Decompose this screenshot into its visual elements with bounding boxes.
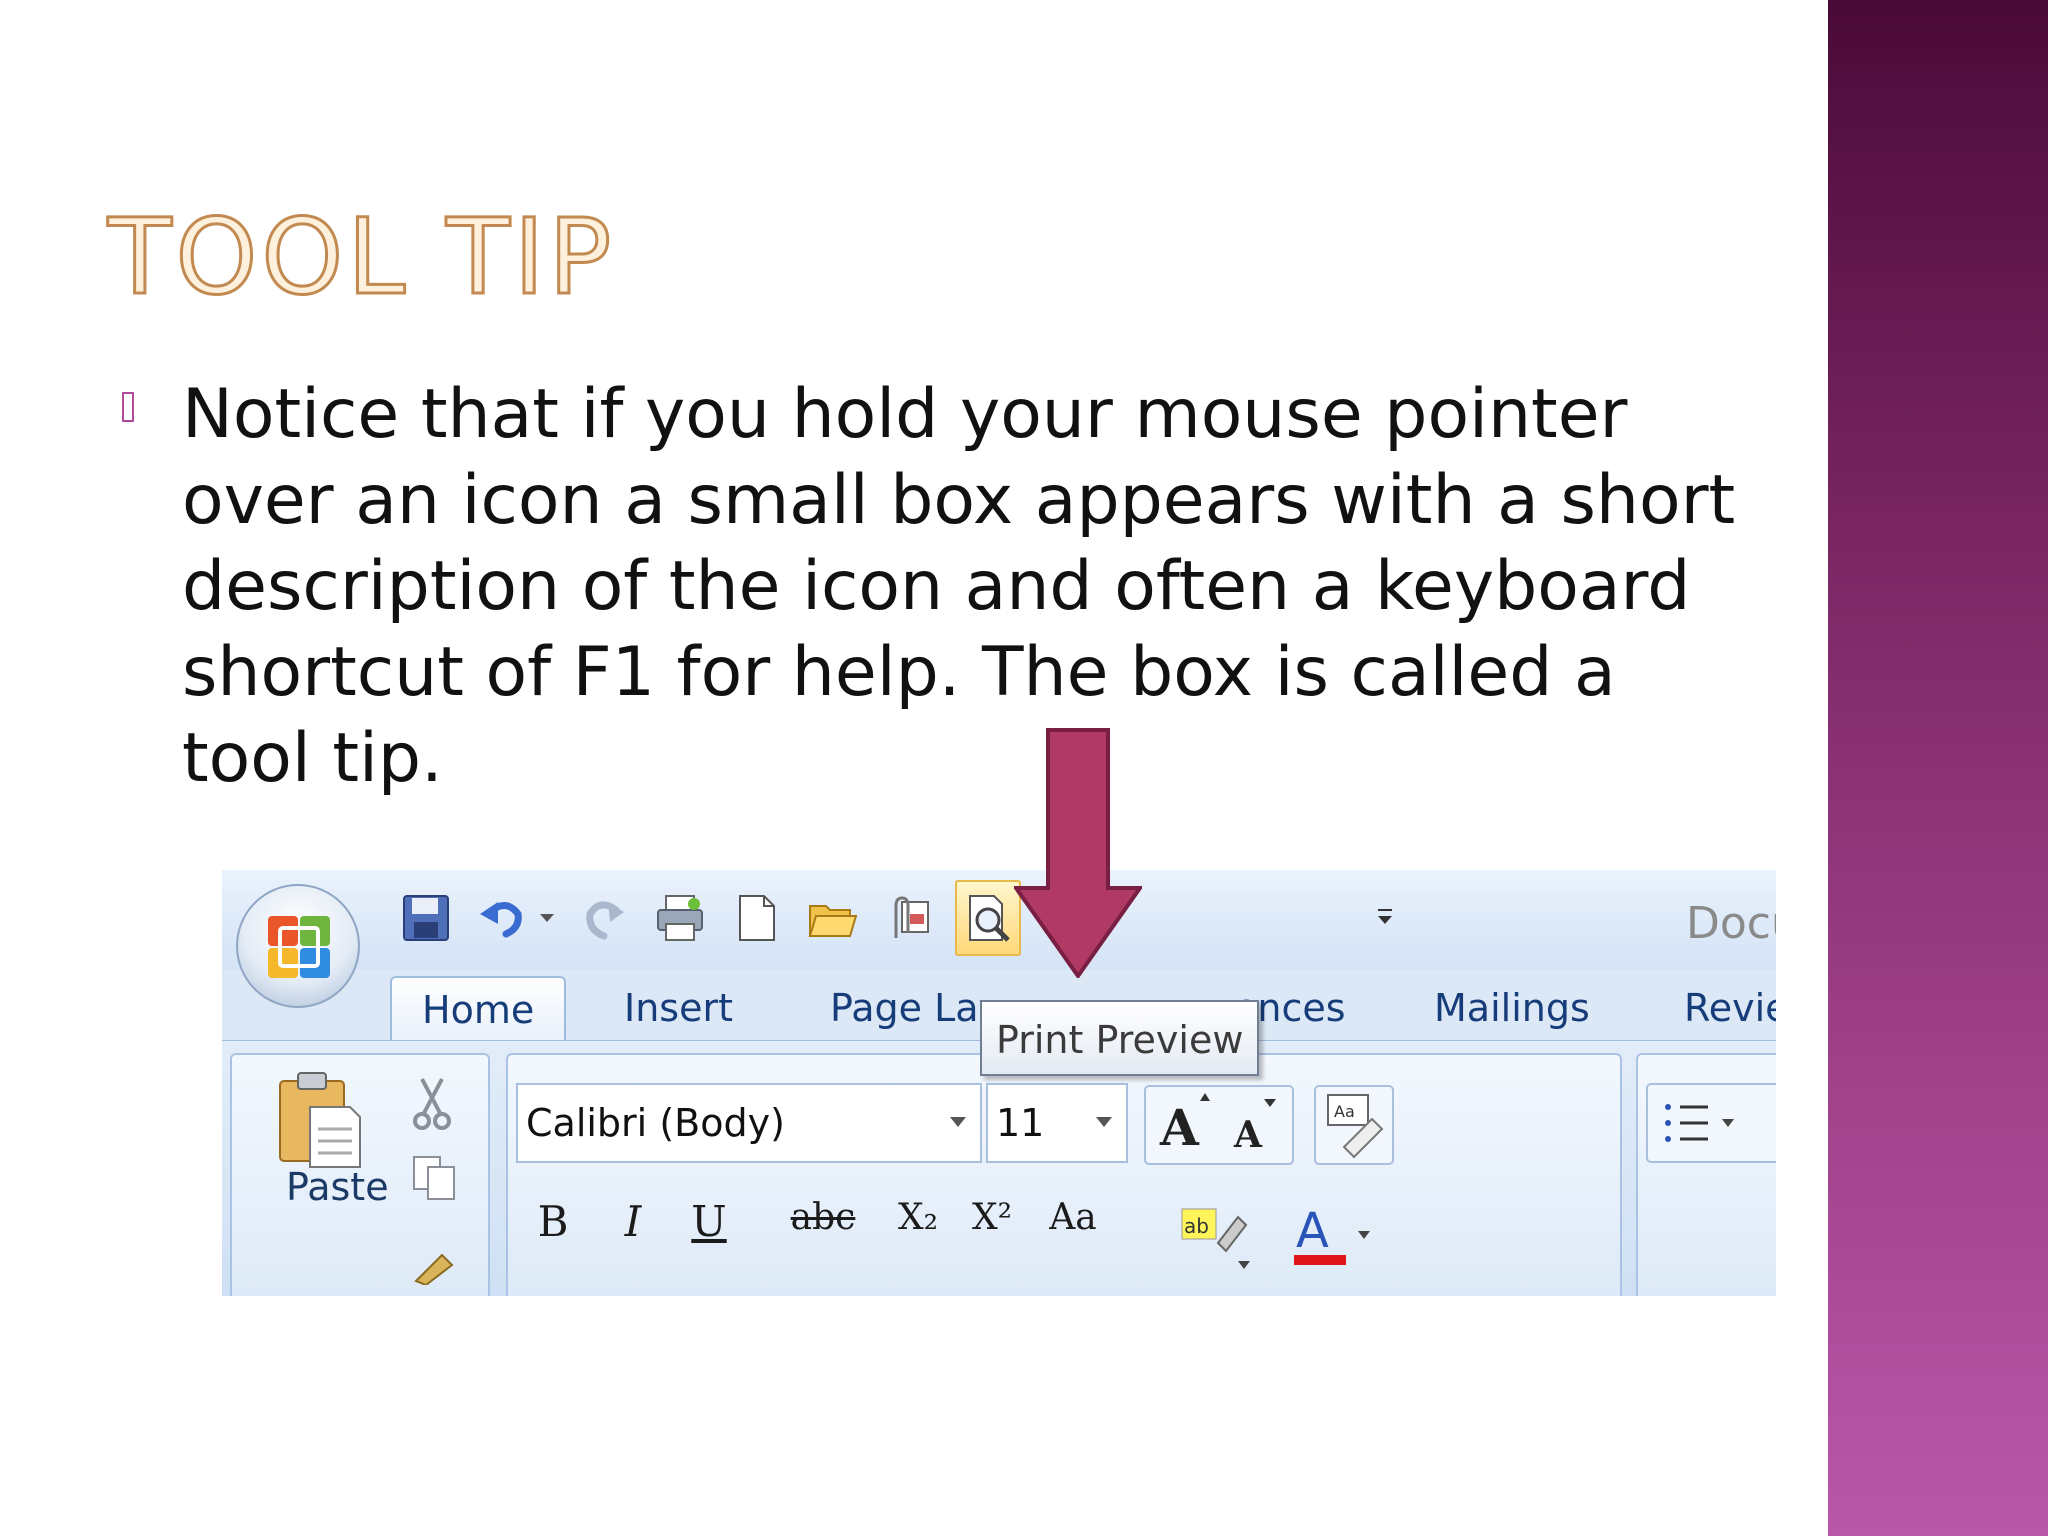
- tab-insert[interactable]: Insert: [624, 976, 733, 1040]
- document-title: Docu: [1686, 898, 1776, 949]
- slide-title: TOOL TIP: [106, 196, 616, 318]
- tab-review[interactable]: Revie: [1684, 976, 1776, 1040]
- paste-icon[interactable]: [276, 1071, 364, 1171]
- decorative-sidebar: [1828, 0, 2048, 1536]
- pointer-arrow-icon: [1014, 728, 1142, 978]
- print-preview-icon[interactable]: [962, 892, 1014, 944]
- open-folder-icon[interactable]: [806, 892, 858, 944]
- svg-text:Aa: Aa: [1334, 1102, 1355, 1121]
- italic-button[interactable]: I: [608, 1197, 658, 1246]
- undo-icon[interactable]: [476, 892, 528, 944]
- clipboard-group: Paste: [230, 1053, 490, 1296]
- underline-button[interactable]: U: [684, 1197, 734, 1246]
- change-case-button[interactable]: Aa: [1038, 1197, 1108, 1238]
- customize-toolbar-icon[interactable]: [1372, 892, 1398, 944]
- ribbon: Paste Calibri (Body) 11 A A Aa B I U abc…: [222, 1040, 1776, 1296]
- grow-shrink-font-icons[interactable]: A A: [1144, 1085, 1294, 1165]
- chevron-down-icon: [1096, 1117, 1112, 1127]
- subscript-button[interactable]: X₂: [888, 1197, 948, 1238]
- svg-text:ab: ab: [1184, 1214, 1209, 1238]
- bullet-icon: [122, 392, 134, 422]
- svg-text:A: A: [1296, 1203, 1329, 1259]
- bold-button[interactable]: B: [528, 1197, 578, 1246]
- superscript-button[interactable]: X²: [962, 1197, 1022, 1238]
- quick-access-toolbar: Docu: [222, 870, 1776, 970]
- slide: TOOL TIP Notice that if you hold your mo…: [0, 0, 1828, 1536]
- svg-text:A: A: [1159, 1098, 1200, 1157]
- strikethrough-button[interactable]: abc: [788, 1197, 858, 1238]
- font-size-dropdown[interactable]: 11: [986, 1083, 1128, 1163]
- save-icon[interactable]: [400, 892, 452, 944]
- svg-text:A: A: [1233, 1114, 1263, 1156]
- format-painter-icon[interactable]: [412, 1245, 462, 1285]
- slide-body-text: Notice that if you hold your mouse point…: [182, 375, 1736, 798]
- print-preview-tooltip: Print Preview: [980, 1000, 1260, 1076]
- list-buttons-icons[interactable]: [1646, 1083, 1776, 1163]
- word-ribbon-screenshot: Docu Home Insert Page Lay ences Mailings…: [222, 870, 1776, 1296]
- new-document-icon[interactable]: [730, 892, 782, 944]
- print-icon[interactable]: [654, 892, 706, 944]
- chevron-down-icon: [950, 1117, 966, 1127]
- font-group: Calibri (Body) 11 A A Aa B I U abc X₂ X²…: [506, 1053, 1622, 1296]
- font-name-dropdown[interactable]: Calibri (Body): [516, 1083, 982, 1163]
- cut-icon[interactable]: [412, 1075, 452, 1131]
- tab-mailings[interactable]: Mailings: [1434, 976, 1590, 1040]
- chevron-down-icon[interactable]: [534, 892, 560, 944]
- font-size-value: 11: [996, 1101, 1045, 1145]
- clear-formatting-icon[interactable]: Aa: [1314, 1085, 1394, 1165]
- copy-icon[interactable]: [410, 1153, 460, 1203]
- attach-icon[interactable]: [882, 892, 934, 944]
- font-name-value: Calibri (Body): [526, 1101, 785, 1145]
- tab-home[interactable]: Home: [390, 976, 567, 1040]
- paragraph-group: [1636, 1053, 1776, 1296]
- redo-icon[interactable]: [578, 892, 630, 944]
- font-color-icon[interactable]: A: [1288, 1199, 1378, 1275]
- highlight-icon[interactable]: ab: [1178, 1203, 1258, 1273]
- paste-label[interactable]: Paste: [286, 1165, 389, 1209]
- tab-page-layout[interactable]: Page Lay: [830, 976, 1001, 1040]
